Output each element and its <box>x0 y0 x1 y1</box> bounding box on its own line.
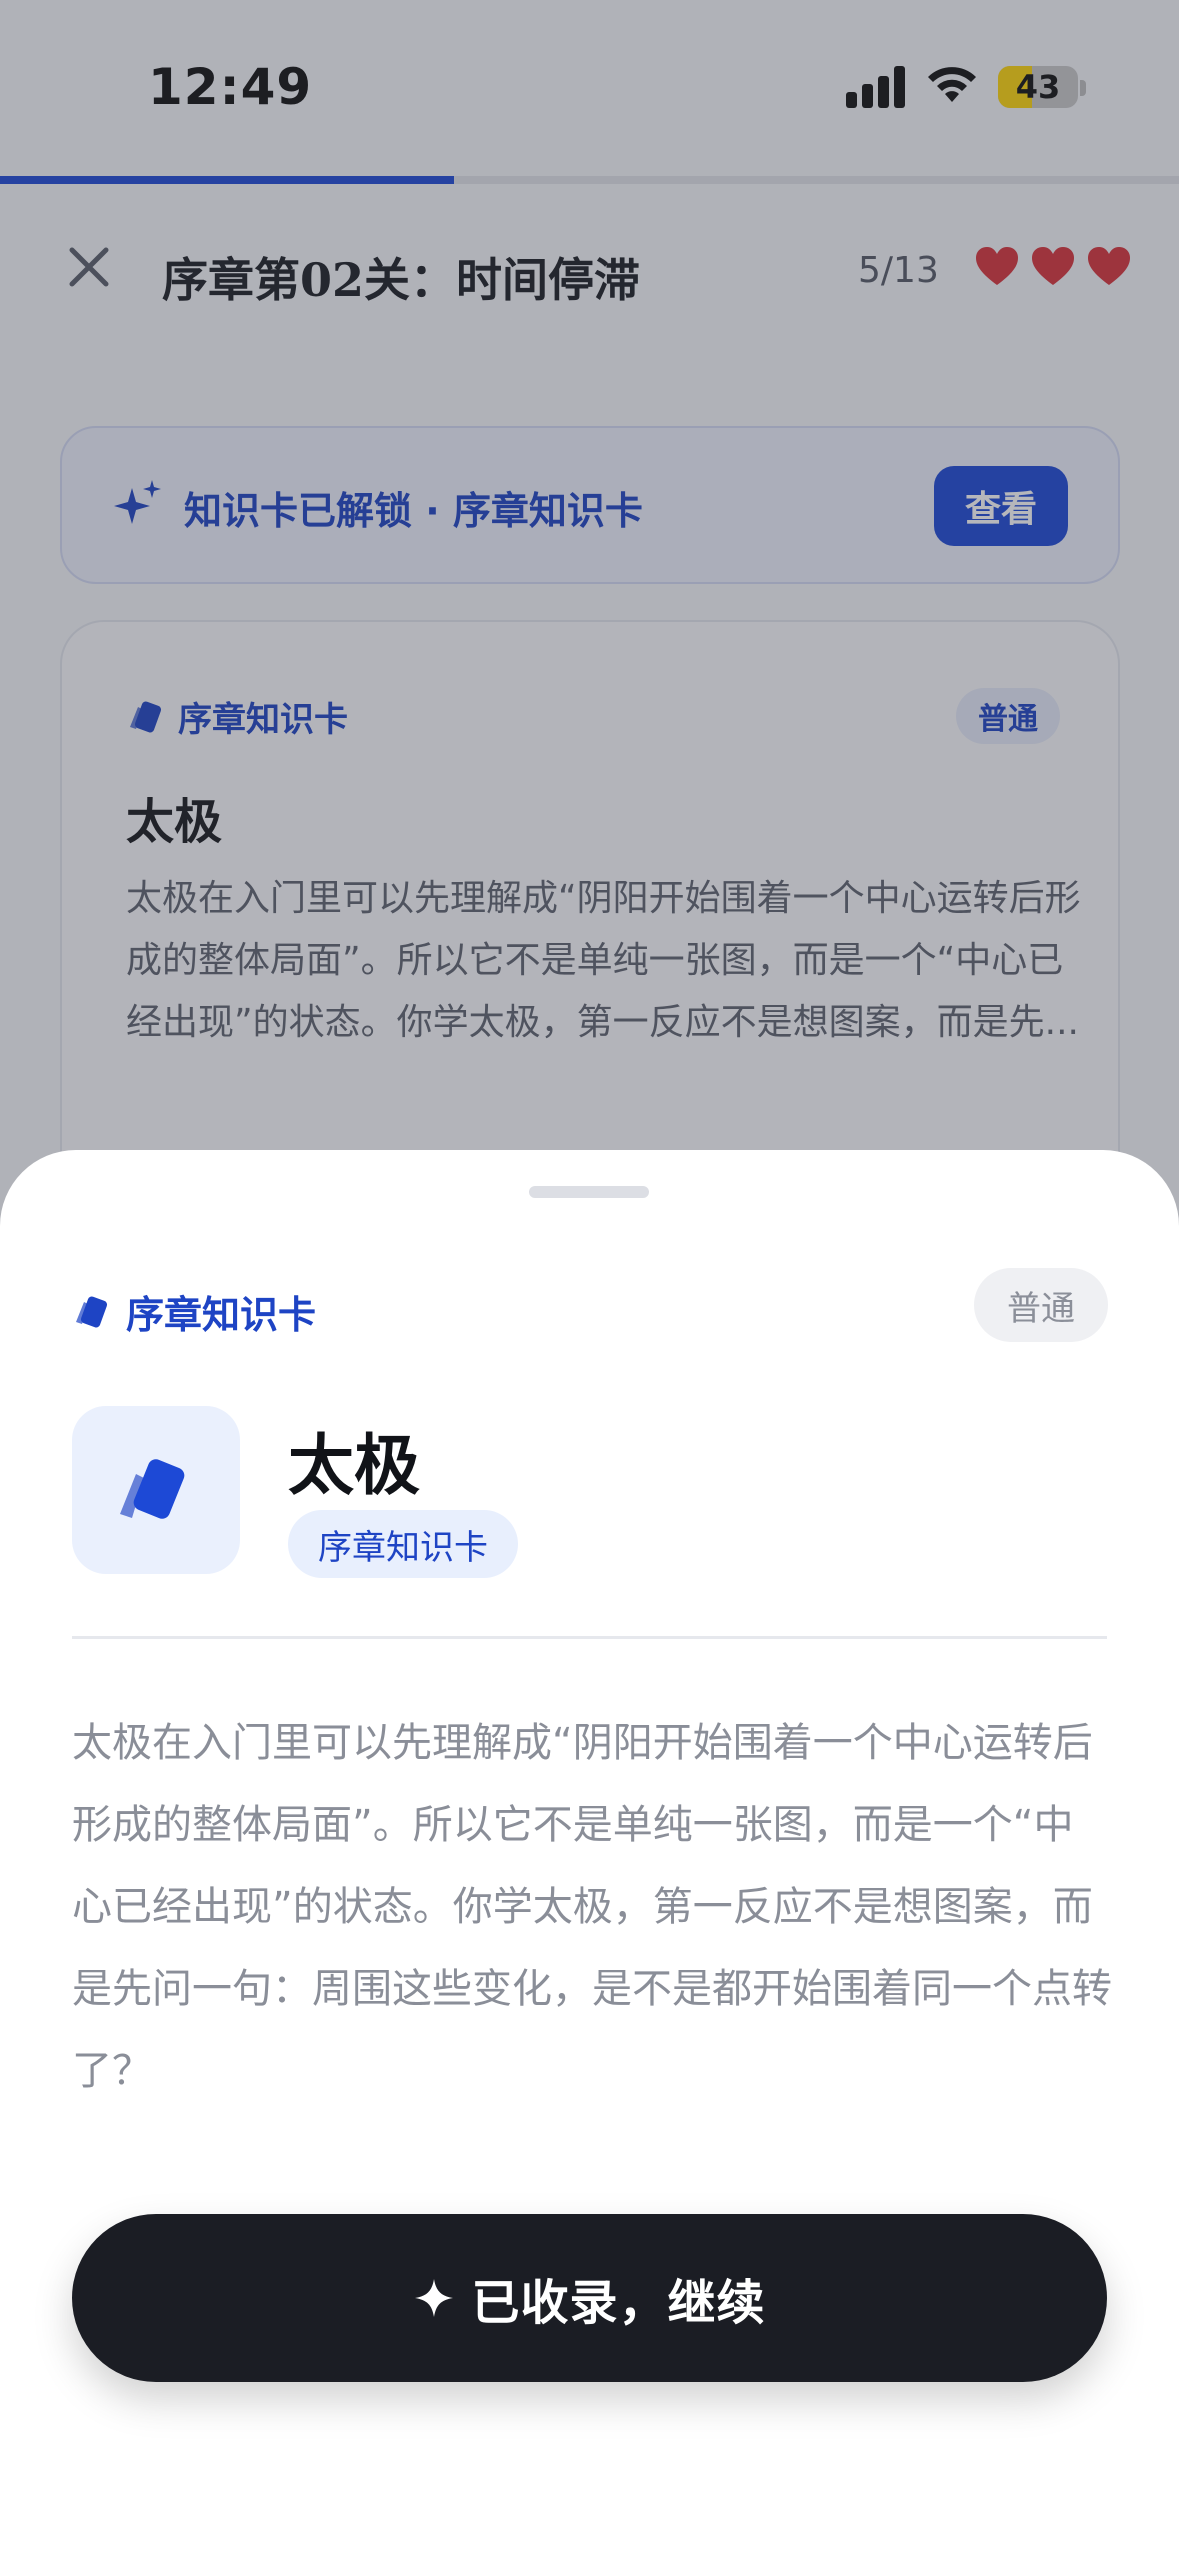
divider <box>72 1636 1107 1639</box>
sparkle-icon <box>415 2279 454 2317</box>
cards-icon <box>76 1296 108 1327</box>
rarity-badge: 普通 <box>974 1268 1108 1342</box>
continue-button-label: 已收录，继续 <box>471 2275 766 2331</box>
knowledge-card-sheet: 序章知识卡 普通 太极 序章知识卡 太极在入门里可以先理解成“阴阳开始围着一个中… <box>0 1150 1179 2556</box>
collected-continue-button[interactable]: 已收录，继续 <box>72 2214 1107 2382</box>
card-description: 太极在入门里可以先理解成“阴阳开始围着一个中心运转后形成的整体局面”。所以它不是… <box>72 1720 1112 2094</box>
sheet-category-tag: 序章知识卡 <box>72 1284 316 1339</box>
cards-icon <box>120 1459 185 1519</box>
sheet-category-label: 序章知识卡 <box>126 1293 317 1337</box>
card-icon-tile <box>72 1406 240 1574</box>
sheet-card-title: 太极 <box>288 1426 420 1504</box>
sheet-drag-handle[interactable] <box>529 1186 649 1198</box>
card-category-chip: 序章知识卡 <box>288 1510 518 1578</box>
